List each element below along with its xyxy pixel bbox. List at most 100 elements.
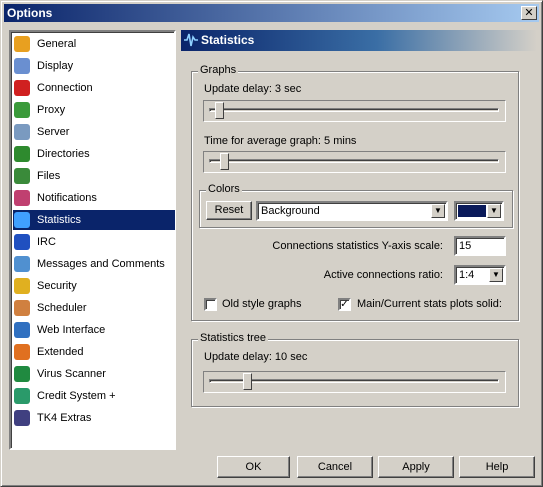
apply-button[interactable]: Apply — [378, 456, 454, 478]
nav-item-general[interactable]: General — [13, 34, 175, 54]
nav-item-server[interactable]: Server — [13, 122, 175, 142]
globe-icon — [14, 322, 30, 338]
nav-item-label: Notifications — [37, 192, 97, 204]
nav-item-label: Files — [37, 170, 61, 182]
connections-ratio-select[interactable]: 1:4 ▼ — [454, 265, 506, 285]
panel-title: Statistics — [201, 33, 255, 47]
nav-item-virus-scanner[interactable]: Virus Scanner — [13, 364, 175, 384]
messages-icon — [14, 256, 30, 272]
gear-icon — [14, 36, 30, 52]
nav-item-extended[interactable]: Extended — [13, 342, 175, 362]
nav-item-files[interactable]: Files — [13, 166, 175, 186]
folder-tree-icon — [14, 146, 30, 162]
yaxis-scale-label: Connections statistics Y-axis scale: — [272, 240, 443, 252]
monitor-icon — [14, 58, 30, 74]
nav-item-label: Proxy — [37, 104, 66, 116]
nav-item-security[interactable]: Security — [13, 276, 175, 296]
nav-item-connection[interactable]: Connection — [13, 78, 175, 98]
virus-scanner-icon — [14, 366, 30, 382]
nav-item-label: Extended — [37, 346, 84, 358]
avg-graph-slider[interactable] — [203, 151, 506, 173]
nav-item-irc[interactable]: IRC — [13, 232, 175, 252]
nav-item-messages-and-comments[interactable]: Messages and Comments — [13, 254, 175, 274]
irc-icon — [14, 234, 30, 250]
yaxis-scale-value: 15 — [459, 240, 472, 252]
credit-icon — [14, 388, 30, 404]
yaxis-scale-input[interactable]: 15 — [454, 236, 506, 256]
color-picker[interactable]: ▼ — [454, 201, 504, 221]
window-title: Options — [7, 6, 53, 20]
solid-plots-label: Main/Current stats plots solid: — [357, 298, 502, 310]
solid-plots-checkbox[interactable]: ✓ — [338, 298, 351, 311]
nav-item-notifications[interactable]: Notifications — [13, 188, 175, 208]
notification-icon — [14, 190, 30, 206]
nav-item-label: Statistics — [35, 213, 84, 227]
files-icon — [14, 168, 30, 184]
reset-button[interactable]: Reset — [206, 201, 252, 220]
chevron-down-icon[interactable]: ▼ — [489, 268, 503, 282]
statistics-panel: Graphs Update delay: 3 sec Time for aver… — [181, 51, 537, 450]
colors-group: Colors Reset Background ▼ ▼ — [199, 183, 513, 228]
statistics-icon — [184, 33, 198, 47]
old-style-graphs-label: Old style graphs — [222, 298, 302, 310]
lock-icon — [14, 278, 30, 294]
statistics-tree-legend: Statistics tree — [198, 332, 269, 344]
nav-item-web-interface[interactable]: Web Interface — [13, 320, 175, 340]
plug-icon — [14, 80, 30, 96]
slider-thumb[interactable] — [220, 153, 230, 170]
nav-item-label: Directories — [37, 148, 90, 160]
nav-item-label: IRC — [37, 236, 56, 248]
close-button[interactable]: ✕ — [521, 6, 537, 20]
nav-item-label: Web Interface — [37, 324, 106, 336]
tree-update-delay-label: Update delay: 10 sec — [204, 351, 308, 363]
colors-legend: Colors — [206, 183, 242, 195]
puzzle-icon — [14, 344, 30, 360]
options-category-list[interactable]: General Display Connection Proxy Server Direc… — [9, 30, 176, 450]
slider-track — [209, 108, 499, 112]
slider-thumb[interactable] — [214, 102, 224, 119]
options-window: Options ✕ General Display Connection Proxy S… — [0, 0, 543, 487]
nav-item-label: Messages and Comments — [37, 258, 165, 270]
extras-icon — [14, 410, 30, 426]
nav-item-proxy[interactable]: Proxy — [13, 100, 175, 120]
old-style-graphs-checkbox[interactable] — [204, 298, 217, 311]
nav-item-label: General — [37, 38, 77, 50]
slider-track — [209, 379, 499, 383]
slider-track — [209, 159, 499, 163]
nav-item-label: Server — [37, 126, 70, 138]
nav-item-credit-system[interactable]: Credit System + — [13, 386, 175, 406]
color-target-value: Background — [261, 205, 320, 217]
nav-item-label: Scheduler — [37, 302, 87, 314]
nav-item-label: Credit System + — [37, 390, 116, 402]
avg-graph-label: Time for average graph: 5 mins — [204, 135, 357, 147]
panel-header: Statistics — [181, 30, 537, 51]
update-delay-slider[interactable] — [203, 100, 506, 122]
chevron-down-icon[interactable]: ▼ — [487, 204, 501, 218]
color-target-select[interactable]: Background ▼ — [256, 201, 448, 221]
tree-update-delay-slider[interactable] — [203, 371, 506, 393]
connections-ratio-label: Active connections ratio: — [323, 269, 443, 281]
help-button[interactable]: Help — [459, 456, 535, 478]
calendar-icon — [14, 300, 30, 316]
connections-ratio-value: 1:4 — [459, 269, 475, 281]
nav-item-statistics[interactable]: Statistics — [13, 210, 175, 230]
chevron-down-icon[interactable]: ▼ — [431, 204, 445, 218]
cancel-button[interactable]: Cancel — [297, 456, 373, 478]
server-icon — [14, 124, 30, 140]
nav-item-label: TK4 Extras — [37, 412, 92, 424]
nav-item-label: Virus Scanner — [37, 368, 106, 380]
statistics-icon — [14, 212, 30, 228]
graphs-group: Graphs Update delay: 3 sec Time for aver… — [191, 64, 519, 321]
nav-item-scheduler[interactable]: Scheduler — [13, 298, 175, 318]
color-swatch — [458, 205, 486, 217]
statistics-tree-group: Statistics tree Update delay: 10 sec — [191, 332, 519, 407]
title-bar[interactable]: Options ✕ — [4, 4, 539, 22]
nav-item-directories[interactable]: Directories — [13, 144, 175, 164]
proxy-icon — [14, 102, 30, 118]
nav-item-display[interactable]: Display — [13, 56, 175, 76]
nav-item-label: Display — [37, 60, 74, 72]
nav-item-label: Connection — [37, 82, 93, 94]
ok-button[interactable]: OK — [217, 456, 290, 478]
slider-thumb[interactable] — [242, 373, 252, 390]
nav-item-tk4-extras[interactable]: TK4 Extras — [13, 408, 175, 428]
